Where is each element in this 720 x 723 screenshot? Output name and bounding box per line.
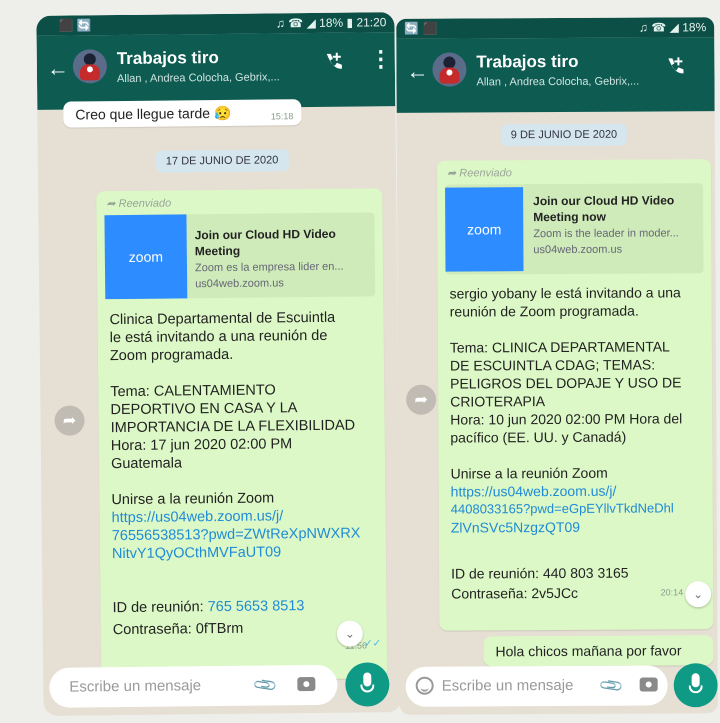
zoom-logo-icon: zoom [445,187,524,272]
message-time: 15:18 [270,111,294,122]
date-chip: 17 DE JUNIO DE 2020 [155,149,289,173]
meeting-id-label: ID de reunión: [112,599,208,617]
message-line: pacífico (EE. UU. y Canadá) [450,428,627,446]
forwarded-message-bubble[interactable]: ➦ Reenviado zoom Join our Cloud HD Video… [96,188,388,682]
status-bar: 🔄 ⬛ ♫ ☎ ◢ 18% [396,17,715,39]
message-line: DE ESCUINTLA CDAG; TEMAS: [449,356,656,374]
message-line: IMPORTANCIA DE LA FLEXIBILIDAD [110,417,356,437]
message-line: Zoom programada. [109,346,234,365]
back-arrow-icon[interactable]: ← [47,56,69,82]
chat-participants: Allan , Andrea Colocha, Gebrix,... [116,71,280,86]
input-placeholder: Escribe un mensaje [69,677,202,696]
group-avatar[interactable] [72,49,108,84]
mic-button-icon[interactable] [673,663,718,708]
chat-header: ← Trabajos tiro Allan , Andrea Colocha, … [36,32,396,110]
message-line: Guatemala [110,455,183,473]
camera-icon[interactable] [297,677,316,692]
input-placeholder: Escribe un mensaje [441,676,574,695]
message-line: Unirse a la reunión Zoom [450,464,608,482]
add-call-icon[interactable] [323,51,345,73]
chat-title[interactable]: Trabajos tiro [117,48,219,69]
message-line: Clinica Departamental de Escuintla [109,309,336,329]
date-chip: 9 DE JUNIO DE 2020 [500,123,628,147]
message-line: Hora: 10 jun 2020 02:00 PM Hora del [450,410,683,428]
message-line: Tema: CLINICA DEPARTAMENTAL [449,338,670,356]
mic-button-icon[interactable] [345,662,390,707]
photo-background: ⬛ 🔄 ♫ ☎ ◢ 18% ▮ 21:20 ← Trabajos tiro Al… [0,0,720,723]
status-left-icons: ⬛ 🔄 [58,18,92,33]
forward-button-icon[interactable]: ➦ [406,384,437,415]
meeting-id-line: ID de reunión: 440 803 3165 [451,564,629,582]
preview-domain: us04web.zoom.us [195,277,284,291]
meeting-link[interactable]: https://us04web.zoom.us/j/ [451,482,617,501]
read-ticks-icon: ✓✓ [364,638,381,650]
chat-participants: Allan , Andrea Colocha, Gebrix,... [476,75,640,89]
preview-title-line: Meeting [194,243,241,259]
input-bar: Escribe un mensaje 📎 [43,656,402,716]
message-line: DEPORTIVO EN CASA Y LA [110,400,298,419]
meeting-link[interactable]: NitvY1QyOCthMVFaUT09 [112,543,281,563]
message-line: reunión de Zoom programada. [449,302,639,320]
forwarded-message-bubble[interactable]: ➦ Reenviado zoom Join our Cloud HD Video… [436,159,714,631]
attach-clip-icon[interactable]: 📎 [251,671,279,699]
status-right-info: ♫ ☎ ◢ 18% ▮ 21:20 [275,15,387,31]
left-chat-screen: ⬛ 🔄 ♫ ☎ ◢ 18% ▮ 21:20 ← Trabajos tiro Al… [36,12,402,716]
message-time: 20:14 [660,587,684,598]
meeting-id-line: ID de reunión: 765 5653 8513 [112,597,304,617]
meeting-link[interactable]: ZlVnSVc5NzgzQT09 [451,518,580,537]
meeting-id-number[interactable]: 765 5653 8513 [208,598,305,615]
message-line: le está invitando a una reunión de [109,327,328,347]
chat-title[interactable]: Trabajos tiro [476,52,578,73]
message-line: PELIGROS DEL DOPAJE Y USO DE [450,374,682,392]
message-line: Tema: CALENTAMIENTO [110,382,276,401]
message-line: sergio yobany le está invitando a una [449,284,681,302]
zoom-logo-icon: zoom [104,214,188,300]
meeting-link[interactable]: 76556538513?pwd=ZWtReXpNWXRX [112,525,361,546]
link-preview-card[interactable]: zoom Join our Cloud HD Video Meeting Zoo… [104,212,376,300]
chat-header: ← Trabajos tiro Allan , Andrea Colocha, … [396,37,715,113]
preview-domain: us04web.zoom.us [533,243,623,257]
password-line: Contraseña: 0fTBrm [112,620,244,639]
status-right-info: ♫ ☎ ◢ 18% [638,20,707,35]
add-call-icon[interactable] [664,55,686,77]
menu-dots-icon[interactable]: ⋮ [370,46,392,72]
scroll-down-icon[interactable]: ⌄ [685,581,712,608]
preview-description: Zoom is the leader in moder... [533,227,679,241]
message-input[interactable]: Escribe un mensaje 📎 [405,665,668,707]
message-list: 9 DE JUNIO DE 2020 ➦ Reenviado zoom Join… [397,111,718,667]
attach-clip-icon[interactable]: 📎 [598,672,626,700]
message-line: Unirse a la reunión Zoom [111,490,275,509]
message-input[interactable]: Escribe un mensaje 📎 [49,664,338,708]
message-line: CRIOTERAPIA [450,393,546,410]
preview-title-line: Meeting now [533,209,606,225]
message-text: Creo que llegue tarde 😥 [75,104,232,123]
preview-description: Zoom es la empresa lider en... [194,260,344,275]
meeting-link[interactable]: https://us04web.zoom.us/j/ [112,507,284,527]
meeting-link[interactable]: 4408033165?pwd=eGpEYllvTkdNeDhl [451,499,674,518]
message-line: Hora: 17 jun 2020 02:00 PM [110,436,293,455]
emoji-icon[interactable] [415,676,434,695]
group-avatar[interactable] [432,52,467,87]
password-line: Contraseña: 2v5JCc [451,584,579,602]
status-left-icons: 🔄 ⬛ [404,21,438,36]
back-arrow-icon[interactable]: ← [406,59,428,85]
forward-button-icon[interactable]: ➦ [54,405,85,436]
forwarded-label: ➦ Reenviado [446,167,512,180]
input-bar: Escribe un mensaje 📎 [400,657,718,715]
link-preview-card[interactable]: zoom Join our Cloud HD Video Meeting now… [445,183,704,275]
scroll-down-icon[interactable]: ⌄ [336,620,363,647]
message-bubble-incoming: Creo que llegue tarde 😥 15:18 [63,99,302,128]
forwarded-label: ➦ Reenviado [106,197,172,211]
preview-title-line: Join our Cloud HD Video [194,226,336,243]
preview-title-line: Join our Cloud HD Video [533,193,675,209]
right-chat-screen: 🔄 ⬛ ♫ ☎ ◢ 18% ← Trabajos tiro Allan , An… [396,17,718,715]
camera-icon[interactable] [639,677,658,692]
message-list: Creo que llegue tarde 😥 15:18 17 DE JUNI… [37,99,401,682]
